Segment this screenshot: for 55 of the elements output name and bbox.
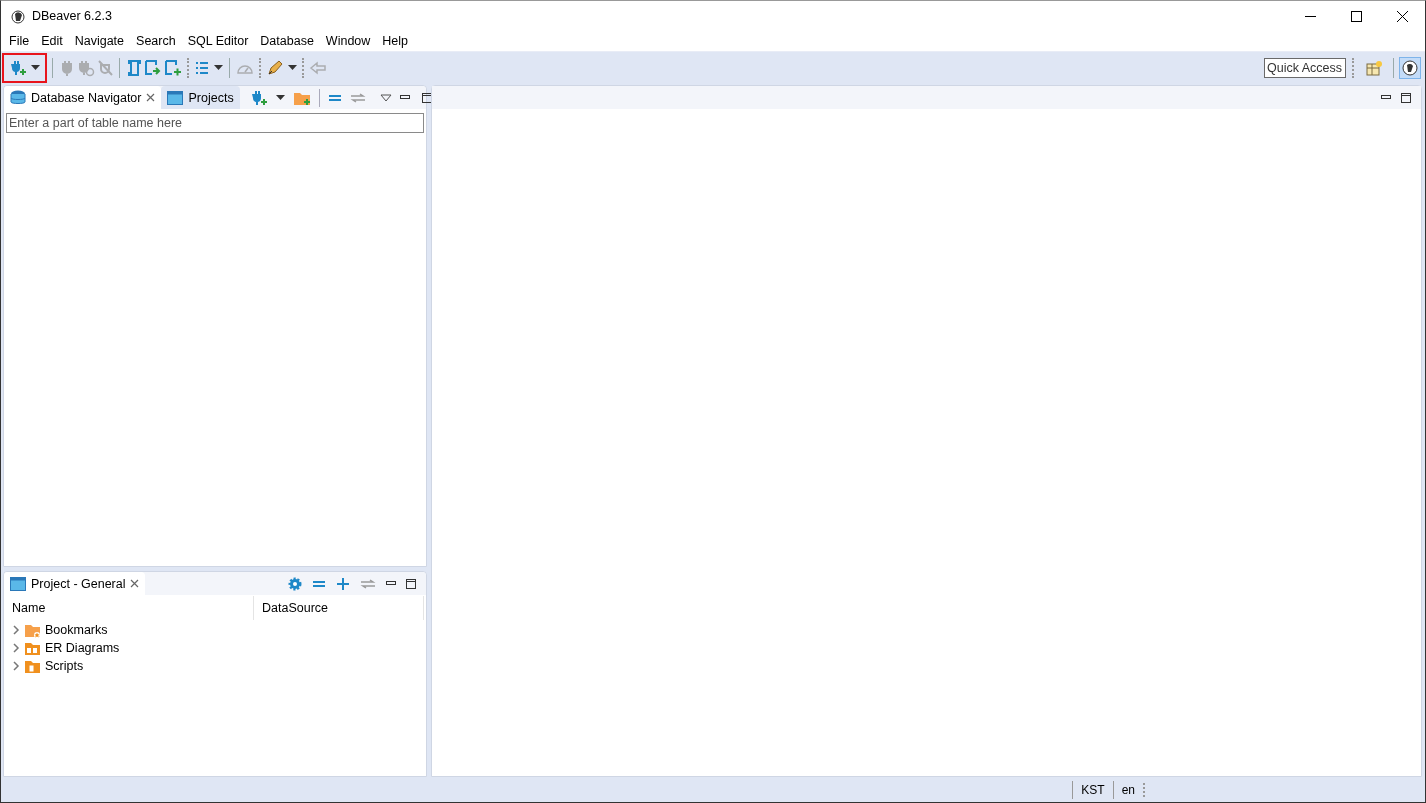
window-icon bbox=[10, 576, 26, 591]
open-perspective-icon[interactable] bbox=[1366, 59, 1382, 76]
menu-item[interactable]: File bbox=[3, 34, 36, 48]
menu-item[interactable]: Edit bbox=[35, 34, 69, 48]
database-icon bbox=[10, 90, 26, 105]
menu-item[interactable]: Database bbox=[254, 34, 320, 48]
toolbar-button[interactable] bbox=[2, 52, 47, 83]
expand-all-icon[interactable] bbox=[336, 576, 350, 591]
maximize-icon[interactable] bbox=[1350, 10, 1362, 22]
new-connection-icon[interactable] bbox=[249, 88, 268, 107]
maximize-icon[interactable] bbox=[421, 92, 432, 103]
collapse-all-icon[interactable] bbox=[312, 579, 326, 588]
diagram-folder-icon bbox=[24, 640, 41, 656]
toolbar-icon[interactable] bbox=[164, 58, 182, 77]
menu-item[interactable]: Window bbox=[319, 34, 377, 48]
panel-tab[interactable]: Projects bbox=[161, 86, 240, 109]
minimize-icon[interactable] bbox=[1304, 15, 1316, 17]
link-editor-icon[interactable] bbox=[360, 578, 376, 589]
perspective-button[interactable] bbox=[1399, 56, 1421, 79]
tree-item[interactable]: ER Diagrams bbox=[45, 641, 120, 655]
bookmark-folder-icon bbox=[24, 622, 41, 638]
quick-access-field[interactable]: Quick Access bbox=[1264, 57, 1346, 78]
status-text: en bbox=[1112, 780, 1143, 799]
tree-item[interactable]: Bookmarks bbox=[45, 623, 108, 637]
minimize-icon[interactable] bbox=[1381, 95, 1391, 100]
toolbar-icon[interactable] bbox=[144, 58, 162, 77]
tree-item[interactable]: Scripts bbox=[45, 659, 84, 673]
status-text: KST bbox=[1072, 780, 1113, 799]
menu-item[interactable]: SQL Editor bbox=[181, 34, 255, 48]
panel-tab[interactable]: Database Navigator bbox=[4, 86, 162, 109]
toolbar-icon[interactable] bbox=[266, 58, 284, 77]
minimize-icon[interactable] bbox=[399, 95, 410, 100]
minimize-icon[interactable] bbox=[386, 581, 396, 586]
close-icon[interactable] bbox=[1396, 10, 1408, 22]
script-folder-icon bbox=[24, 658, 41, 674]
window-title: DBeaver 6.2.3 bbox=[32, 9, 112, 23]
caret-icon[interactable] bbox=[288, 65, 297, 70]
menu-item[interactable]: Help bbox=[376, 34, 415, 48]
table-filter-field[interactable]: Enter a part of table name here bbox=[6, 113, 424, 133]
link-editor-icon[interactable] bbox=[349, 92, 366, 103]
maximize-icon[interactable] bbox=[406, 578, 416, 589]
caret-icon[interactable] bbox=[214, 65, 223, 70]
settings-icon[interactable] bbox=[288, 576, 302, 591]
collapse-all-icon[interactable] bbox=[327, 93, 342, 102]
menu-item[interactable]: Navigate bbox=[68, 34, 131, 48]
menu-item[interactable]: Search bbox=[130, 34, 182, 48]
column-header[interactable]: DataSource bbox=[254, 596, 424, 620]
window-icon bbox=[167, 90, 184, 105]
view-menu-icon[interactable] bbox=[379, 93, 392, 102]
toolbar-icon[interactable] bbox=[126, 58, 142, 77]
maximize-icon[interactable] bbox=[1401, 92, 1411, 103]
caret-icon[interactable] bbox=[31, 65, 40, 70]
panel-tab[interactable]: Project - General bbox=[4, 572, 146, 595]
caret-icon[interactable] bbox=[275, 95, 285, 100]
column-header[interactable]: Name bbox=[4, 596, 254, 620]
